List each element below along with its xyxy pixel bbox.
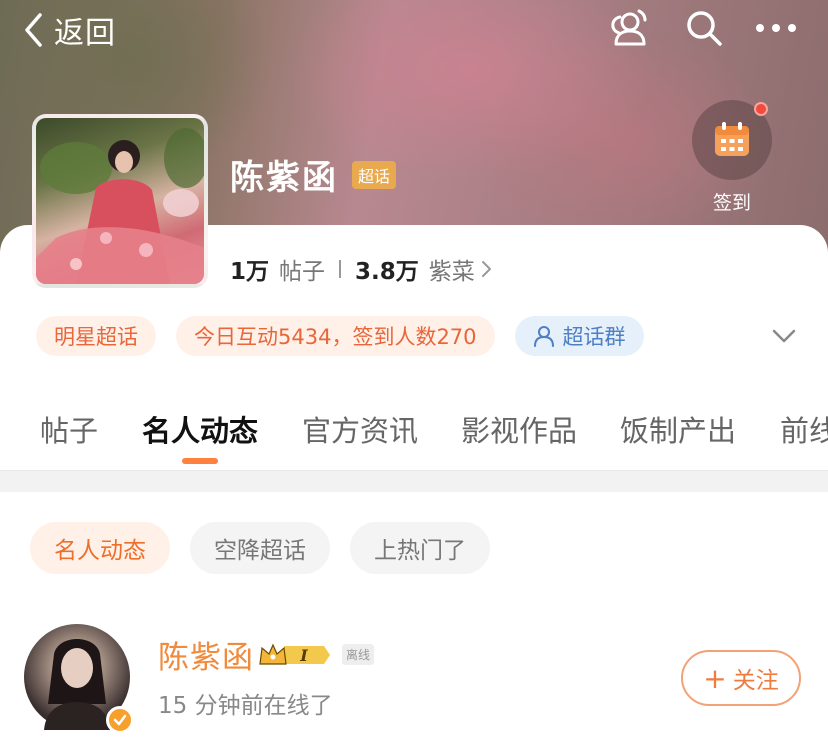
checkin-circle [692,100,772,180]
offline-tag: 离线 [342,644,375,665]
check-icon [113,714,127,726]
category-chip[interactable]: 明星超话 [36,316,156,356]
info-chips: 明星超话 今日互动5434，签到人数270 超话群 [36,316,664,356]
stats-row: 1万 帖子 3.8万 紫菜 [230,252,493,286]
cover-photo [36,128,204,284]
filter-trending[interactable]: 上热门了 [350,522,490,574]
chevron-down-icon[interactable] [770,322,798,350]
chevron-right-icon [481,261,491,277]
tab-works[interactable]: 影视作品 [461,408,577,450]
online-status: 15 分钟前在线了 [158,693,333,719]
crown-icon: I [259,643,330,665]
checkin-label: 签到 [712,192,751,214]
search-icon [687,11,722,46]
supertopic-badge: 超话 [352,160,397,189]
tab-bar: 帖子 名人动态 官方资讯 影视作品 饭制产出 前线 [0,400,828,460]
back-label: 返回 [54,16,116,51]
group-chat-chip[interactable]: 超话群 [514,316,644,356]
follow-button[interactable]: + 关注 [681,650,801,706]
filter-airdrop[interactable]: 空降超话 [190,522,330,574]
chevron-left-icon [25,13,42,47]
fans-count: 3.8万 [355,259,419,285]
supertopic-cover-image[interactable] [32,114,208,288]
search-button[interactable] [680,6,728,50]
level-badge: I [258,642,330,668]
level-text: I [299,646,308,665]
user-name-row: 陈紫函 I 离线 [158,632,375,677]
verified-badge [106,706,134,734]
group-chat-label: 超话群 [562,325,626,349]
active-tab-indicator [182,458,218,464]
people-button[interactable] [604,6,652,50]
filter-celebrity-updates[interactable]: 名人动态 [30,522,170,574]
supertopic-title-row: 陈紫函 超话 [230,150,397,199]
more-button[interactable] [752,6,800,50]
tab-posts[interactable]: 帖子 [40,408,98,450]
fans-label: 紫菜 [428,259,475,285]
user-card: 陈紫函 I 离线 15 分钟前在线了 + 关注 [0,620,828,750]
notification-dot [754,102,768,116]
group-icon [533,326,554,347]
back-button[interactable]: 返回 [22,8,116,52]
plus-icon: + [703,661,727,695]
daily-stats-chip[interactable]: 今日互动5434，签到人数270 [176,316,495,356]
tab-celebrity-updates[interactable]: 名人动态 [142,408,258,450]
tab-frontline[interactable]: 前线 [780,408,828,450]
user-name[interactable]: 陈紫函 [158,632,254,677]
people-icon [611,9,647,46]
posts-label: 帖子 [279,259,326,285]
stats-divider [339,260,342,278]
fans-link[interactable]: 3.8万 紫菜 [355,252,493,286]
section-divider [0,470,828,492]
supertopic-name: 陈紫函 [230,158,338,198]
tab-official-news[interactable]: 官方资讯 [302,408,418,450]
checkin-button[interactable]: 签到 [692,100,772,214]
sub-filter-row: 名人动态 空降超话 上热门了 [30,522,510,574]
posts-count: 1万 [230,259,270,285]
follow-label: 关注 [732,668,779,694]
calendar-icon [715,122,749,156]
more-icon [756,24,796,32]
top-bar: 返回 [0,0,828,56]
tab-fan-creations[interactable]: 饭制产出 [620,408,736,450]
